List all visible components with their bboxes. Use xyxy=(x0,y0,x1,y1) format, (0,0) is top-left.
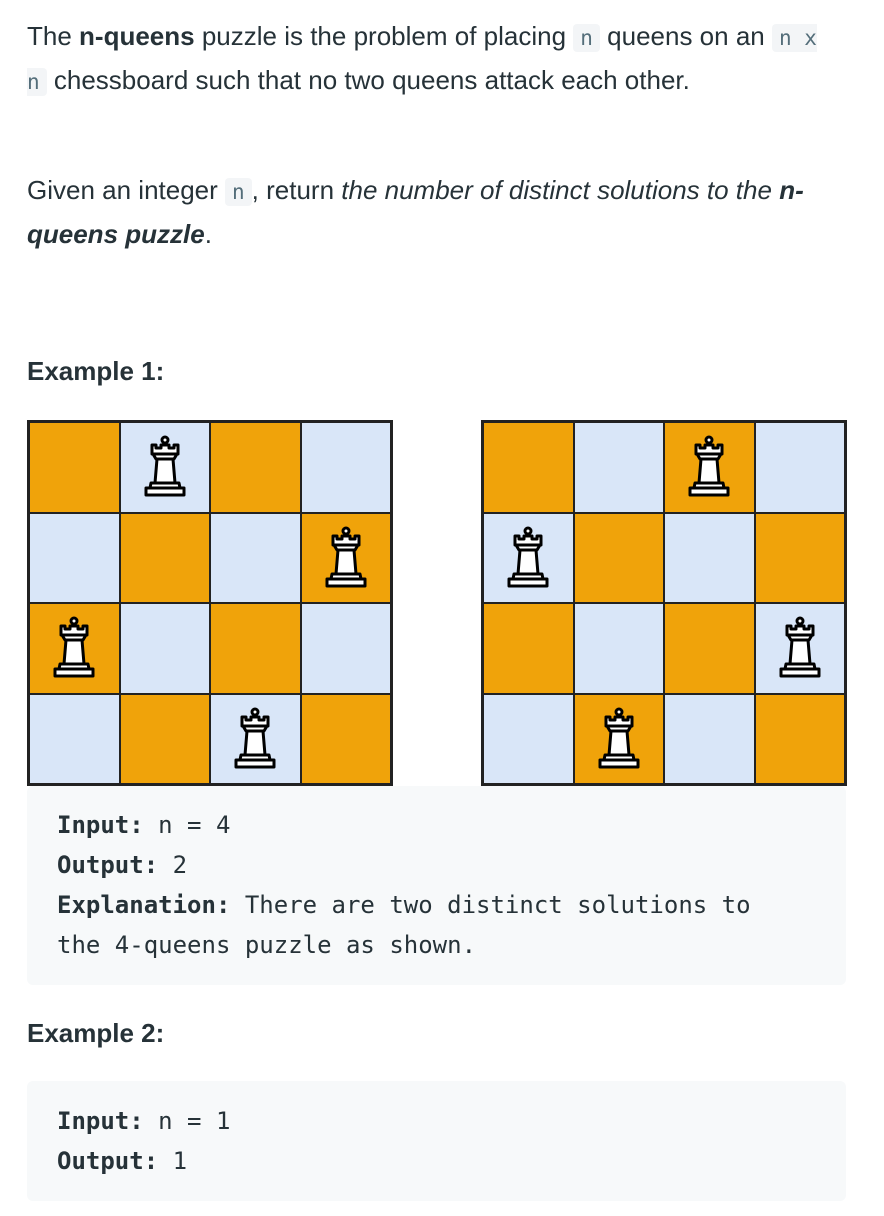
chess-queen-icon xyxy=(51,616,97,680)
board-square xyxy=(573,693,664,784)
board-square xyxy=(754,512,845,603)
board-square xyxy=(754,693,845,784)
example-1-explanation: Explanation: There are two distinct solu… xyxy=(57,891,751,919)
inline-code-n: n xyxy=(225,178,252,206)
board-square xyxy=(573,422,664,513)
board-square xyxy=(483,693,574,784)
board-square xyxy=(119,512,210,603)
board-square xyxy=(573,512,664,603)
chessboard-solution-2 xyxy=(481,420,847,786)
chess-queen-icon xyxy=(323,526,369,590)
example-1-heading: Example 1: xyxy=(27,356,165,386)
board-square xyxy=(664,422,755,513)
board-square xyxy=(664,603,755,694)
example-2-input: Input: n = 1 xyxy=(57,1107,231,1135)
board-square xyxy=(754,422,845,513)
chess-queen-icon xyxy=(232,707,278,771)
board-square xyxy=(210,693,301,784)
board-square xyxy=(300,422,391,513)
problem-intro: The n-queens puzzle is the problem of pl… xyxy=(27,21,817,96)
chess-queen-icon xyxy=(596,707,642,771)
example-1-code-block: Input: n = 4 Output: 2 Explanation: Ther… xyxy=(27,786,846,985)
chess-queen-icon xyxy=(142,435,188,499)
board-square xyxy=(29,693,120,784)
inline-code-n: n xyxy=(573,24,600,52)
chess-queen-icon xyxy=(777,616,823,680)
board-square xyxy=(300,693,391,784)
example-2-heading: Example 2: xyxy=(27,1018,165,1048)
board-square xyxy=(664,512,755,603)
chess-queen-icon xyxy=(505,526,551,590)
example-2-output: Output: 1 xyxy=(57,1147,188,1175)
example-2-code-block: Input: n = 1 Output: 1 xyxy=(27,1081,846,1201)
board-square xyxy=(754,603,845,694)
board-square xyxy=(29,603,120,694)
example-1-output: Output: 2 xyxy=(57,851,188,879)
board-square xyxy=(210,422,301,513)
problem-task: Given an integer n, return the number of… xyxy=(27,175,804,249)
example-1-input: Input: n = 4 xyxy=(57,811,231,839)
board-square xyxy=(483,603,574,694)
board-square xyxy=(664,693,755,784)
board-square xyxy=(119,603,210,694)
chess-queen-icon xyxy=(686,435,732,499)
board-square xyxy=(210,603,301,694)
board-square xyxy=(300,603,391,694)
board-square xyxy=(119,693,210,784)
board-square xyxy=(119,422,210,513)
board-square xyxy=(300,512,391,603)
chessboard-solution-1 xyxy=(27,420,393,786)
n-queens-term: n-queens xyxy=(79,21,195,51)
board-square xyxy=(483,422,574,513)
board-square xyxy=(483,512,574,603)
board-square xyxy=(29,422,120,513)
board-square xyxy=(29,512,120,603)
board-square xyxy=(573,603,664,694)
example-1-explanation-cont: the 4-queens puzzle as shown. xyxy=(57,931,477,959)
board-square xyxy=(210,512,301,603)
